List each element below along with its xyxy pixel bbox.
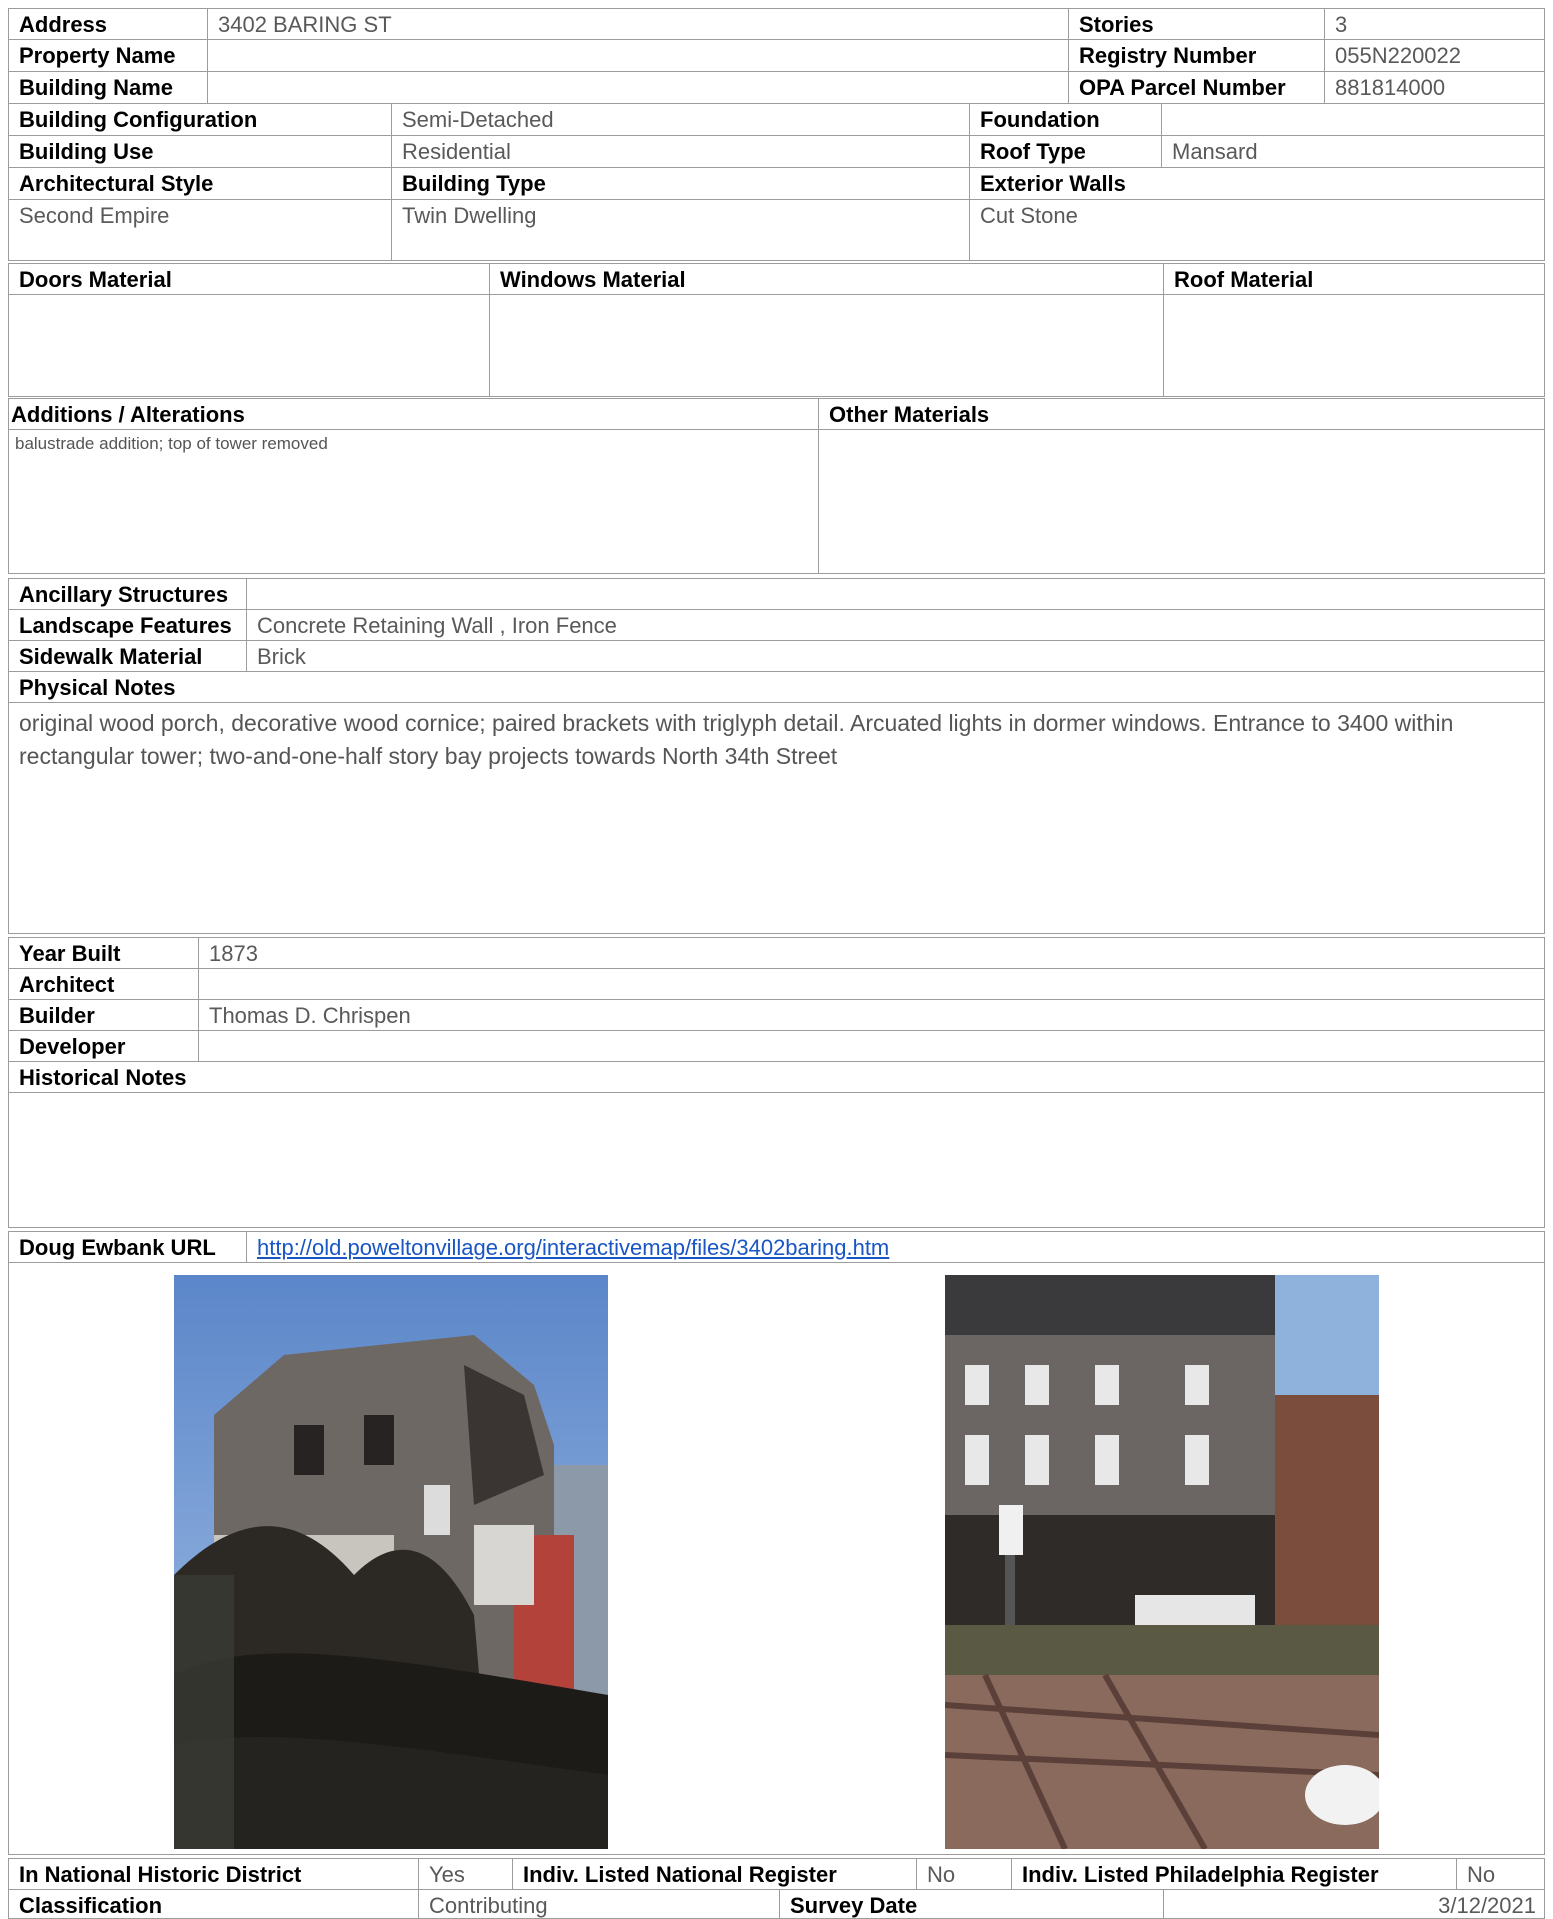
roof-type-label: Roof Type	[969, 135, 1162, 168]
building-name-value	[207, 71, 1069, 104]
roof-material-value	[1163, 294, 1545, 397]
type-label: Building Type	[391, 167, 970, 200]
national-register-label: Indiv. Listed National Register	[512, 1858, 917, 1890]
ancillary-label: Ancillary Structures	[8, 578, 247, 610]
architect-value	[198, 968, 1545, 1000]
windows-value	[489, 294, 1164, 397]
photo-building-corner	[174, 1275, 608, 1849]
exterior-label: Exterior Walls	[969, 167, 1545, 200]
stories-value: 3	[1324, 8, 1545, 40]
alterations-value: balustrade addition; top of tower remove…	[8, 429, 819, 574]
opa-value: 881814000	[1324, 71, 1545, 104]
foundation-value	[1161, 103, 1545, 136]
doors-value	[8, 294, 490, 397]
windows-label: Windows Material	[489, 263, 1164, 295]
other-materials-value	[818, 429, 1545, 574]
year-built-label: Year Built	[8, 937, 199, 969]
photo-building-corner-image	[174, 1275, 608, 1849]
national-register-value: No	[916, 1858, 1012, 1890]
landscape-value: Concrete Retaining Wall , Iron Fence	[246, 609, 1545, 641]
historical-notes-value	[8, 1092, 1545, 1228]
historical-notes-label: Historical Notes	[8, 1061, 1545, 1093]
developer-label: Developer	[8, 1030, 199, 1062]
photo-building-front	[945, 1275, 1379, 1849]
ancillary-value	[246, 578, 1545, 610]
classification-value: Contributing	[418, 1889, 780, 1919]
opa-label: OPA Parcel Number	[1068, 71, 1325, 104]
url-cell: http://old.poweltonvillage.org/interacti…	[246, 1231, 1545, 1263]
use-label: Building Use	[8, 135, 392, 168]
alterations-label: Additions / Alterations	[8, 398, 819, 430]
photo-building-front-image	[945, 1275, 1379, 1849]
roof-material-label: Roof Material	[1163, 263, 1545, 295]
physical-notes-label: Physical Notes	[8, 671, 1545, 703]
use-value: Residential	[391, 135, 970, 168]
address-value: 3402 BARING ST	[207, 8, 1069, 40]
builder-label: Builder	[8, 999, 199, 1031]
classification-label: Classification	[8, 1889, 419, 1919]
registry-value: 055N220022	[1324, 39, 1545, 72]
registry-label: Registry Number	[1068, 39, 1325, 72]
config-value: Semi-Detached	[391, 103, 970, 136]
landscape-label: Landscape Features	[8, 609, 247, 641]
builder-value: Thomas D. Chrispen	[198, 999, 1545, 1031]
building-name-label: Building Name	[8, 71, 208, 104]
developer-value	[198, 1030, 1545, 1062]
philadelphia-register-label: Indiv. Listed Philadelphia Register	[1011, 1858, 1457, 1890]
doors-label: Doors Material	[8, 263, 490, 295]
ewbank-link[interactable]: http://old.poweltonvillage.org/interacti…	[257, 1235, 889, 1260]
philadelphia-register-value: No	[1456, 1858, 1545, 1890]
physical-notes-value: original wood porch, decorative wood cor…	[8, 702, 1545, 934]
survey-date-value: 3/12/2021	[1163, 1889, 1545, 1919]
district-value: Yes	[418, 1858, 513, 1890]
sidewalk-value: Brick	[246, 640, 1545, 672]
address-label: Address	[8, 8, 208, 40]
district-label: In National Historic District	[8, 1858, 419, 1890]
year-built-value: 1873	[198, 937, 1545, 969]
architect-label: Architect	[8, 968, 199, 1000]
type-value: Twin Dwelling	[391, 199, 970, 261]
url-label: Doug Ewbank URL	[8, 1231, 247, 1263]
foundation-label: Foundation	[969, 103, 1162, 136]
other-materials-label: Other Materials	[818, 398, 1545, 430]
config-label: Building Configuration	[8, 103, 392, 136]
property-name-label: Property Name	[8, 39, 208, 72]
survey-date-label: Survey Date	[779, 1889, 1164, 1919]
stories-label: Stories	[1068, 8, 1325, 40]
exterior-value: Cut Stone	[969, 199, 1545, 261]
sidewalk-label: Sidewalk Material	[8, 640, 247, 672]
style-value: Second Empire	[8, 199, 392, 261]
roof-type-value: Mansard	[1161, 135, 1545, 168]
property-name-value	[207, 39, 1069, 72]
style-label: Architectural Style	[8, 167, 392, 200]
